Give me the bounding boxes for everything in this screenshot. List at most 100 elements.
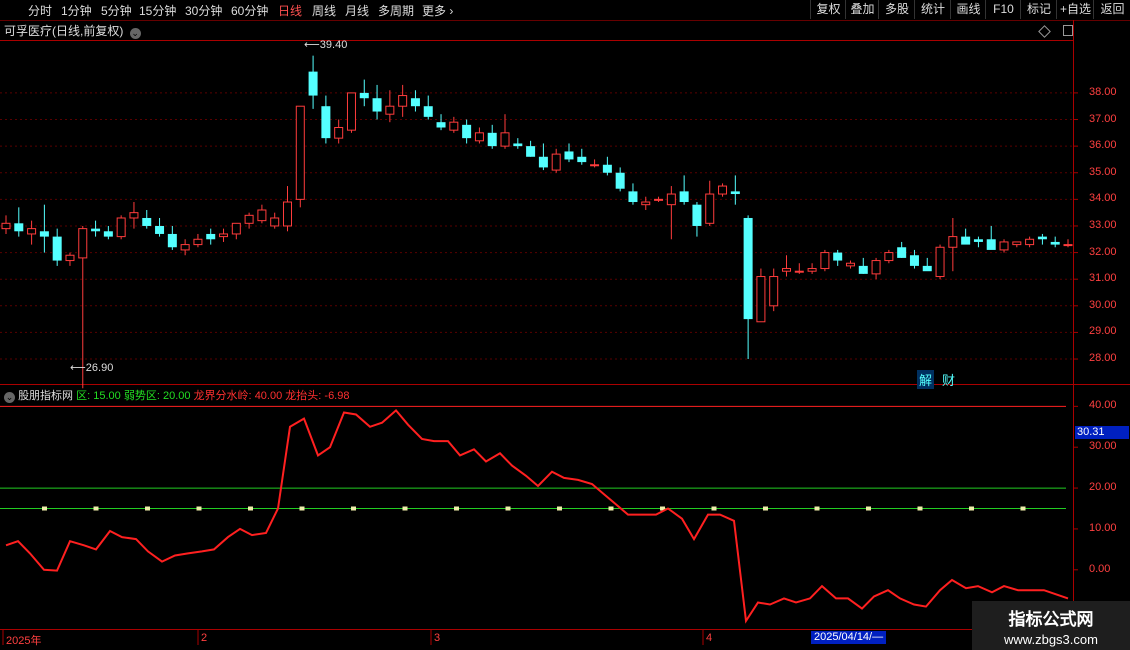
candle-body-72: [922, 265, 932, 272]
candle-body-64: [820, 252, 830, 270]
candle-body-75: [961, 236, 971, 245]
cursor-date: 2025/04/14/—: [811, 631, 887, 644]
candle-body-78: [999, 241, 1009, 251]
period-tab-6[interactable]: 日线: [278, 2, 302, 19]
toolbar-button-0[interactable]: 复权: [810, 0, 846, 19]
candle-body-63: [807, 268, 817, 272]
zone-dot-15: [814, 506, 820, 511]
zone-dot-5: [299, 506, 305, 511]
candle-body-30: [385, 105, 395, 115]
indicator-tick-label-4: 0.00: [1089, 562, 1111, 575]
candle-body-60: [769, 276, 779, 307]
toolbar-button-4[interactable]: 画线: [950, 0, 986, 19]
candle-body-77: [986, 239, 996, 250]
candle-body-61: [782, 268, 792, 272]
candle-body-13: [167, 233, 177, 248]
candle-body-24: [308, 71, 318, 96]
toolbar-button-8[interactable]: 返回: [1093, 0, 1130, 19]
boundary-item: 龙界分水岭: 40.00: [193, 390, 283, 402]
period-tab-4[interactable]: 30分钟: [185, 2, 222, 19]
zone-dot-16: [866, 506, 871, 511]
candle-body-22: [282, 201, 292, 227]
candle-body-43: [551, 153, 561, 171]
zone-item: 区: 15.00: [76, 390, 121, 402]
candle-body-11: [142, 217, 152, 226]
candle-body-17: [219, 233, 229, 238]
finance-marker[interactable]: 财: [942, 370, 955, 389]
period-tab-5[interactable]: 60分钟: [231, 2, 268, 19]
candle-body-62: [794, 270, 804, 273]
candle-body-44: [564, 151, 574, 160]
candle-body-5: [65, 254, 75, 262]
candle-body-3: [39, 231, 49, 237]
unlock-marker[interactable]: 解: [917, 370, 935, 389]
candle-body-38: [487, 132, 497, 147]
indicator-legend: ⌄ 股朋指标网 区: 15.00 弱势区: 20.00 龙界分水岭: 40.00…: [4, 387, 349, 403]
low-price-label: ⟵26.90: [70, 362, 114, 374]
toolbar-button-1[interactable]: 叠加: [845, 0, 879, 19]
period-tab-8[interactable]: 月线: [345, 2, 369, 19]
time-label-3: 4: [706, 632, 713, 644]
candle-body-59: [756, 276, 766, 323]
period-tab-0[interactable]: 分时: [28, 2, 52, 19]
candle-body-57: [730, 191, 740, 195]
toolbar-button-2[interactable]: 多股: [878, 0, 915, 19]
candle-body-8: [103, 231, 113, 237]
toolbar-button-3[interactable]: 统计: [914, 0, 951, 19]
time-label-2: 3: [434, 632, 441, 644]
time-label-1: 2: [201, 632, 208, 644]
zone-dot-17: [917, 506, 923, 511]
candle-body-83: [1063, 244, 1073, 247]
candle-body-0: [1, 222, 11, 230]
zone-dot-10: [557, 506, 562, 511]
indicator-line: [5, 408, 1069, 624]
candle-body-33: [423, 106, 433, 117]
toolbar-button-5[interactable]: F10: [985, 0, 1021, 19]
period-tab-9[interactable]: 多周期: [378, 2, 414, 19]
zone-dot-2: [145, 506, 150, 511]
chevron-down-icon[interactable]: ⌄: [4, 392, 15, 403]
zone-dot-19: [1020, 506, 1026, 511]
zone-dot-13: [711, 506, 717, 511]
candle-body-34: [436, 122, 446, 128]
indicator-current-value: 30.31: [1075, 426, 1129, 439]
zone-dot-4: [248, 506, 253, 511]
candle-body-35: [449, 121, 459, 131]
zone-dot-18: [969, 506, 974, 511]
candle-body-27: [346, 92, 356, 131]
period-tab-7[interactable]: 周线: [312, 2, 336, 19]
candle-body-80: [1025, 238, 1035, 246]
candle-body-46: [590, 164, 600, 167]
candle-body-9: [116, 217, 126, 238]
candle-body-14: [180, 244, 190, 251]
candle-body-48: [615, 172, 625, 189]
indicator-tick-label-2: 20.00: [1089, 481, 1117, 494]
candle-body-32: [410, 98, 420, 107]
period-tab-3[interactable]: 15分钟: [139, 2, 176, 19]
candle-body-55: [705, 193, 715, 224]
candle-body-23: [295, 105, 305, 200]
indicator-name[interactable]: 股朋指标网: [18, 390, 73, 402]
price-tick-label-2: 36.00: [1089, 139, 1117, 152]
candle-body-18: [231, 222, 241, 235]
candle-body-20: [257, 209, 267, 222]
candle-body-47: [602, 164, 612, 173]
period-tab-1[interactable]: 1分钟: [61, 2, 92, 19]
chart-svg: [0, 20, 1130, 645]
candle-body-25: [321, 106, 331, 139]
zone-dot-14: [763, 506, 768, 511]
watermark-url: www.zbgs3.com: [1004, 632, 1098, 647]
toolbar-button-6[interactable]: 标记: [1020, 0, 1057, 19]
candle-body-26: [334, 127, 344, 139]
zone-dot-3: [196, 506, 202, 511]
toolbar-button-7[interactable]: +自选: [1056, 0, 1094, 19]
candle-body-31: [398, 95, 408, 107]
candle-body-39: [500, 132, 510, 147]
zone-dot-11: [608, 506, 614, 511]
period-tab-10[interactable]: 更多 ›: [422, 2, 453, 19]
candle-body-51: [654, 198, 664, 201]
candle-body-29: [372, 98, 382, 112]
dragon-head-item: 龙抬头: -6.98: [285, 390, 350, 402]
candle-body-19: [244, 214, 254, 224]
period-tab-2[interactable]: 5分钟: [101, 2, 132, 19]
